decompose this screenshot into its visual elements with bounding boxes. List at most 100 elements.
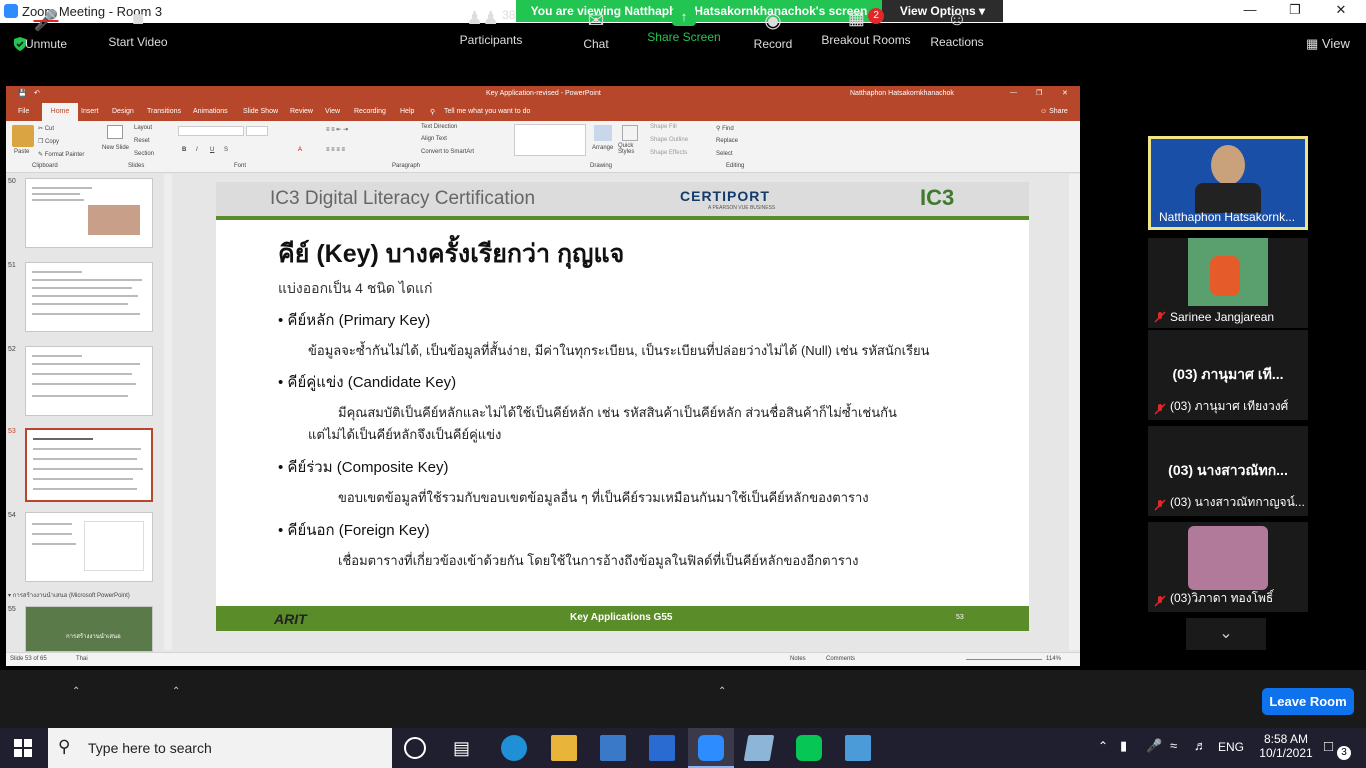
undo-icon[interactable]: ↶ — [34, 89, 40, 97]
tab-recording[interactable]: Recording — [354, 108, 386, 115]
reactions-button[interactable]: ☺ Reactions — [928, 8, 986, 49]
text-direction-button[interactable]: Text Direction — [421, 124, 457, 130]
tab-file[interactable]: File — [18, 108, 29, 115]
convert-smartart-button[interactable]: Convert to SmartArt — [421, 149, 474, 155]
slide-thumbnail-51[interactable] — [25, 262, 153, 332]
arrange-icon[interactable] — [594, 125, 612, 141]
reset-button[interactable]: Reset — [134, 138, 150, 144]
shape-effects-button[interactable]: Shape Effects — [650, 150, 687, 156]
slide-thumbnail-53-selected[interactable] — [25, 428, 153, 502]
battery-icon[interactable]: ▮ — [1120, 738, 1127, 754]
clock[interactable]: 8:58 AM 10/1/2021 — [1256, 732, 1316, 760]
cut-button[interactable]: ✂ Cut — [38, 125, 54, 132]
share-caret-icon[interactable]: ⌃ — [718, 686, 726, 697]
align-text-button[interactable]: Align Text — [421, 136, 447, 142]
font-size-box[interactable] — [246, 126, 268, 136]
save-icon[interactable]: 💾 — [18, 89, 27, 97]
copy-button[interactable]: ❐ Copy — [38, 138, 59, 145]
section-label[interactable]: ▾ การสร้างงานนำเสนอ (Microsoft PowerPoin… — [8, 590, 130, 600]
tab-help[interactable]: Help — [400, 108, 414, 115]
shadow-icon[interactable]: S — [224, 147, 228, 153]
video-tile[interactable]: (03) ภานุมาศ เที... (03) ภานุมาศ เทียงวง… — [1148, 330, 1308, 420]
audio-caret-icon[interactable]: ⌃ — [72, 686, 80, 697]
new-slide-label[interactable]: New Slide — [102, 145, 132, 151]
share-screen-button[interactable]: ↑ Share Screen — [646, 8, 722, 44]
restore-icon[interactable]: ❐ — [1272, 2, 1318, 21]
quick-styles-icon[interactable] — [622, 125, 638, 141]
chat-button[interactable]: ✉ Chat — [576, 8, 616, 51]
notes-button[interactable]: Notes — [790, 656, 806, 662]
record-button[interactable]: ◉ Record — [750, 8, 796, 51]
input-language[interactable]: ENG — [1218, 740, 1244, 754]
windows-start-icon[interactable] — [14, 739, 32, 757]
ppt-restore-icon[interactable]: ❐ — [1036, 89, 1042, 97]
unmute-button[interactable]: 🎤 Unmute — [20, 8, 72, 51]
arrange-label[interactable]: Arrange — [592, 145, 613, 151]
shapes-gallery[interactable] — [514, 124, 586, 156]
tab-transitions[interactable]: Transitions — [147, 108, 181, 115]
file-explorer-icon[interactable] — [551, 735, 577, 761]
shape-fill-button[interactable]: Shape Fill — [650, 124, 677, 130]
format-painter-button[interactable]: ✎ Format Painter — [38, 151, 84, 158]
share-button[interactable]: ☺ Share — [1040, 108, 1068, 115]
find-button[interactable]: ⚲ Find — [716, 125, 734, 132]
slide-thumbnail-50[interactable] — [25, 178, 153, 248]
tab-review[interactable]: Review — [290, 108, 313, 115]
line-app-icon[interactable] — [796, 735, 822, 761]
paste-label[interactable]: Paste — [14, 149, 29, 155]
layout-button[interactable]: Layout — [134, 125, 152, 131]
language-status[interactable]: Thai — [76, 656, 88, 662]
video-tile[interactable]: (03) นางสาวณัทก... (03) นางสาวณัทกาญจน์.… — [1148, 426, 1308, 516]
bold-icon[interactable]: B — [182, 147, 186, 153]
tab-insert[interactable]: Insert — [81, 108, 99, 115]
slide-thumbnail-54[interactable] — [25, 512, 153, 582]
video-tile[interactable]: (03)วิภาดา ทองโพธิ์ — [1148, 522, 1308, 612]
font-name-box[interactable] — [178, 126, 244, 136]
video-tile[interactable]: Sarinee Jangjarean — [1148, 238, 1308, 328]
tab-home[interactable]: Home — [42, 103, 78, 121]
bullets-icon[interactable]: ≡ ≡ ⇤ ⇥ — [326, 126, 348, 133]
app-icon[interactable] — [743, 735, 775, 761]
section-button[interactable]: Section — [134, 151, 154, 157]
tab-view[interactable]: View — [325, 108, 340, 115]
slide-scrollbar[interactable] — [1069, 174, 1080, 650]
edge-icon[interactable] — [501, 735, 527, 761]
gallery-scroll-down-icon[interactable]: ⌄ — [1186, 618, 1266, 650]
select-button[interactable]: Select — [716, 151, 733, 157]
wifi-icon[interactable]: ≈ — [1170, 738, 1177, 753]
participants-button[interactable]: ♟♟ 38 Participants — [456, 8, 526, 47]
microphone-icon[interactable]: 🎤 — [1146, 738, 1162, 754]
slide-thumbnail-55[interactable]: การสร้างงานนำเสนอ — [25, 606, 153, 652]
taskbar-search-box[interactable]: ⚲ Type here to search — [48, 728, 392, 768]
app-window-icon[interactable] — [845, 735, 871, 761]
tell-me-search[interactable]: Tell me what you want to do — [444, 108, 530, 115]
gallery-view-button[interactable]: ▦ View — [1306, 36, 1350, 52]
mail-icon[interactable] — [649, 735, 675, 761]
zoom-taskbar-button[interactable] — [688, 728, 734, 768]
close-icon[interactable]: ✕ — [1318, 2, 1364, 21]
cortana-icon[interactable] — [404, 737, 426, 759]
shape-outline-button[interactable]: Shape Outline — [650, 137, 688, 143]
tab-slide-show[interactable]: Slide Show — [243, 108, 278, 115]
tab-animations[interactable]: Animations — [193, 108, 228, 115]
ppt-minimize-icon[interactable]: — — [1010, 89, 1017, 96]
zoom-level[interactable]: 114% — [1046, 656, 1061, 662]
comments-button[interactable]: Comments — [826, 656, 855, 662]
quick-styles-label[interactable]: Quick Styles — [618, 143, 644, 155]
tab-design[interactable]: Design — [112, 108, 134, 115]
tray-overflow-icon[interactable]: ⌃ — [1098, 739, 1108, 753]
leave-room-button[interactable]: Leave Room — [1262, 688, 1354, 715]
task-view-icon[interactable]: ▤ — [453, 738, 470, 759]
new-slide-icon[interactable] — [107, 125, 123, 139]
replace-button[interactable]: Replace — [716, 138, 738, 144]
ppt-close-icon[interactable]: ✕ — [1062, 89, 1068, 97]
start-video-button[interactable]: ■ Start Video — [104, 8, 172, 49]
zoom-slider[interactable] — [966, 659, 1042, 660]
breakout-rooms-button[interactable]: ▦ 2 Breakout Rooms — [818, 8, 914, 47]
slide-thumbnail-52[interactable] — [25, 346, 153, 416]
underline-icon[interactable]: U — [210, 147, 214, 153]
minimize-icon[interactable]: — — [1227, 2, 1273, 21]
thumbs-scrollbar[interactable] — [164, 174, 172, 650]
paste-icon[interactable] — [12, 125, 34, 147]
video-caret-icon[interactable]: ⌃ — [172, 686, 180, 697]
